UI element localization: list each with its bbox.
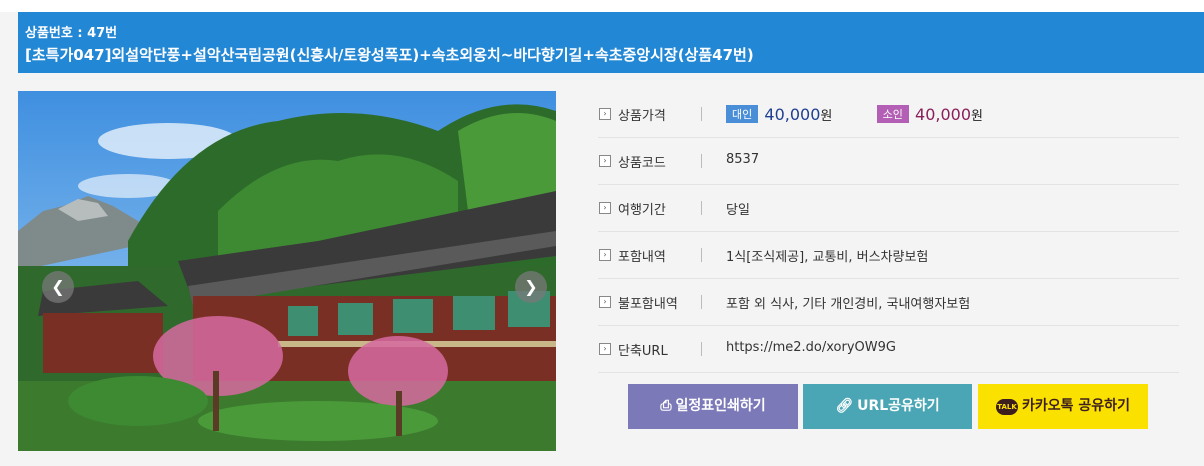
chevron-left-icon: ❮ — [51, 277, 65, 296]
kakao-talk-icon: TALK — [996, 399, 1019, 415]
short-url-label: 단축URL — [618, 344, 668, 359]
divider — [701, 295, 702, 309]
bullet-arrow-icon: › — [599, 343, 611, 355]
top-strip — [0, 0, 1204, 12]
price-values: 대인 40,000원 소인 40,000원 — [726, 105, 983, 124]
info-row-included: › 포함내역 1식[조식제공], 교통비, 버스차량보험 — [598, 232, 1179, 279]
code-label: 상품코드 — [618, 156, 666, 171]
short-url-value[interactable]: https://me2.do/xoryOW9G — [726, 340, 896, 355]
product-photo-slider[interactable]: ❮ ❯ — [18, 91, 556, 451]
divider — [701, 342, 702, 356]
excluded-value: 포함 외 식사, 기타 개인경비, 국내여행자보험 — [726, 297, 971, 312]
bullet-arrow-icon: › — [599, 296, 611, 308]
info-row-short-url: › 단축URL https://me2.do/xoryOW9G — [598, 326, 1179, 373]
period-label: 여행기간 — [618, 203, 666, 218]
adult-price: 40,000 — [764, 105, 821, 124]
divider — [701, 107, 702, 121]
child-badge: 소인 — [876, 105, 909, 123]
gallery-prev-button[interactable]: ❮ — [42, 271, 74, 303]
product-header: 상품번호 : 47번 [초특가047]외설악단풍+설악산국립공원(신흥사/토왕성… — [18, 12, 1204, 73]
chevron-right-icon: ❯ — [524, 277, 538, 296]
link-icon: 🔗︎ — [835, 398, 854, 414]
share-url-button[interactable]: 🔗︎ URL공유하기 — [803, 384, 972, 429]
bullet-arrow-icon: › — [599, 155, 611, 167]
divider — [701, 201, 702, 215]
adult-badge: 대인 — [726, 105, 759, 123]
adult-price-unit: 원 — [820, 109, 833, 124]
temple-photo — [18, 91, 556, 451]
excluded-label: 불포함내역 — [618, 297, 678, 312]
divider — [701, 154, 702, 168]
period-value: 당일 — [726, 203, 750, 218]
info-row-period: › 여행기간 당일 — [598, 185, 1179, 232]
price-label: 상품가격 — [618, 109, 666, 124]
code-value: 8537 — [726, 152, 760, 167]
child-price: 40,000 — [915, 105, 971, 124]
product-title: [초특가047]외설악단풍+설악산국립공원(신흥사/토왕성폭포)+속초외옹치~바… — [25, 46, 754, 64]
bullet-arrow-icon: › — [599, 108, 611, 120]
print-button-label: 일정표인쇄하기 — [675, 398, 766, 414]
bullet-arrow-icon: › — [599, 202, 611, 214]
divider — [701, 248, 702, 262]
bullet-arrow-icon: › — [599, 249, 611, 261]
product-info-table: › 상품가격 대인 40,000원 소인 40,000원 › 상품코드 8537… — [598, 91, 1179, 373]
info-row-excluded: › 불포함내역 포함 외 식사, 기타 개인경비, 국내여행자보험 — [598, 279, 1179, 326]
kakao-share-label: 카카오톡 공유하기 — [1022, 398, 1130, 414]
child-price-unit: 원 — [971, 109, 983, 124]
included-value: 1식[조식제공], 교통비, 버스차량보험 — [726, 250, 929, 265]
kakao-share-button[interactable]: TALK 카카오톡 공유하기 — [978, 384, 1148, 429]
included-label: 포함내역 — [618, 250, 666, 265]
url-share-label: URL공유하기 — [857, 398, 940, 414]
info-row-code: › 상품코드 8537 — [598, 138, 1179, 185]
product-number: 상품번호 : 47번 — [25, 26, 118, 41]
print-itinerary-button[interactable]: ⎙ 일정표인쇄하기 — [628, 384, 798, 429]
gallery-next-button[interactable]: ❯ — [515, 271, 547, 303]
info-row-price: › 상품가격 대인 40,000원 소인 40,000원 — [598, 91, 1179, 138]
printer-icon: ⎙ — [660, 398, 672, 414]
